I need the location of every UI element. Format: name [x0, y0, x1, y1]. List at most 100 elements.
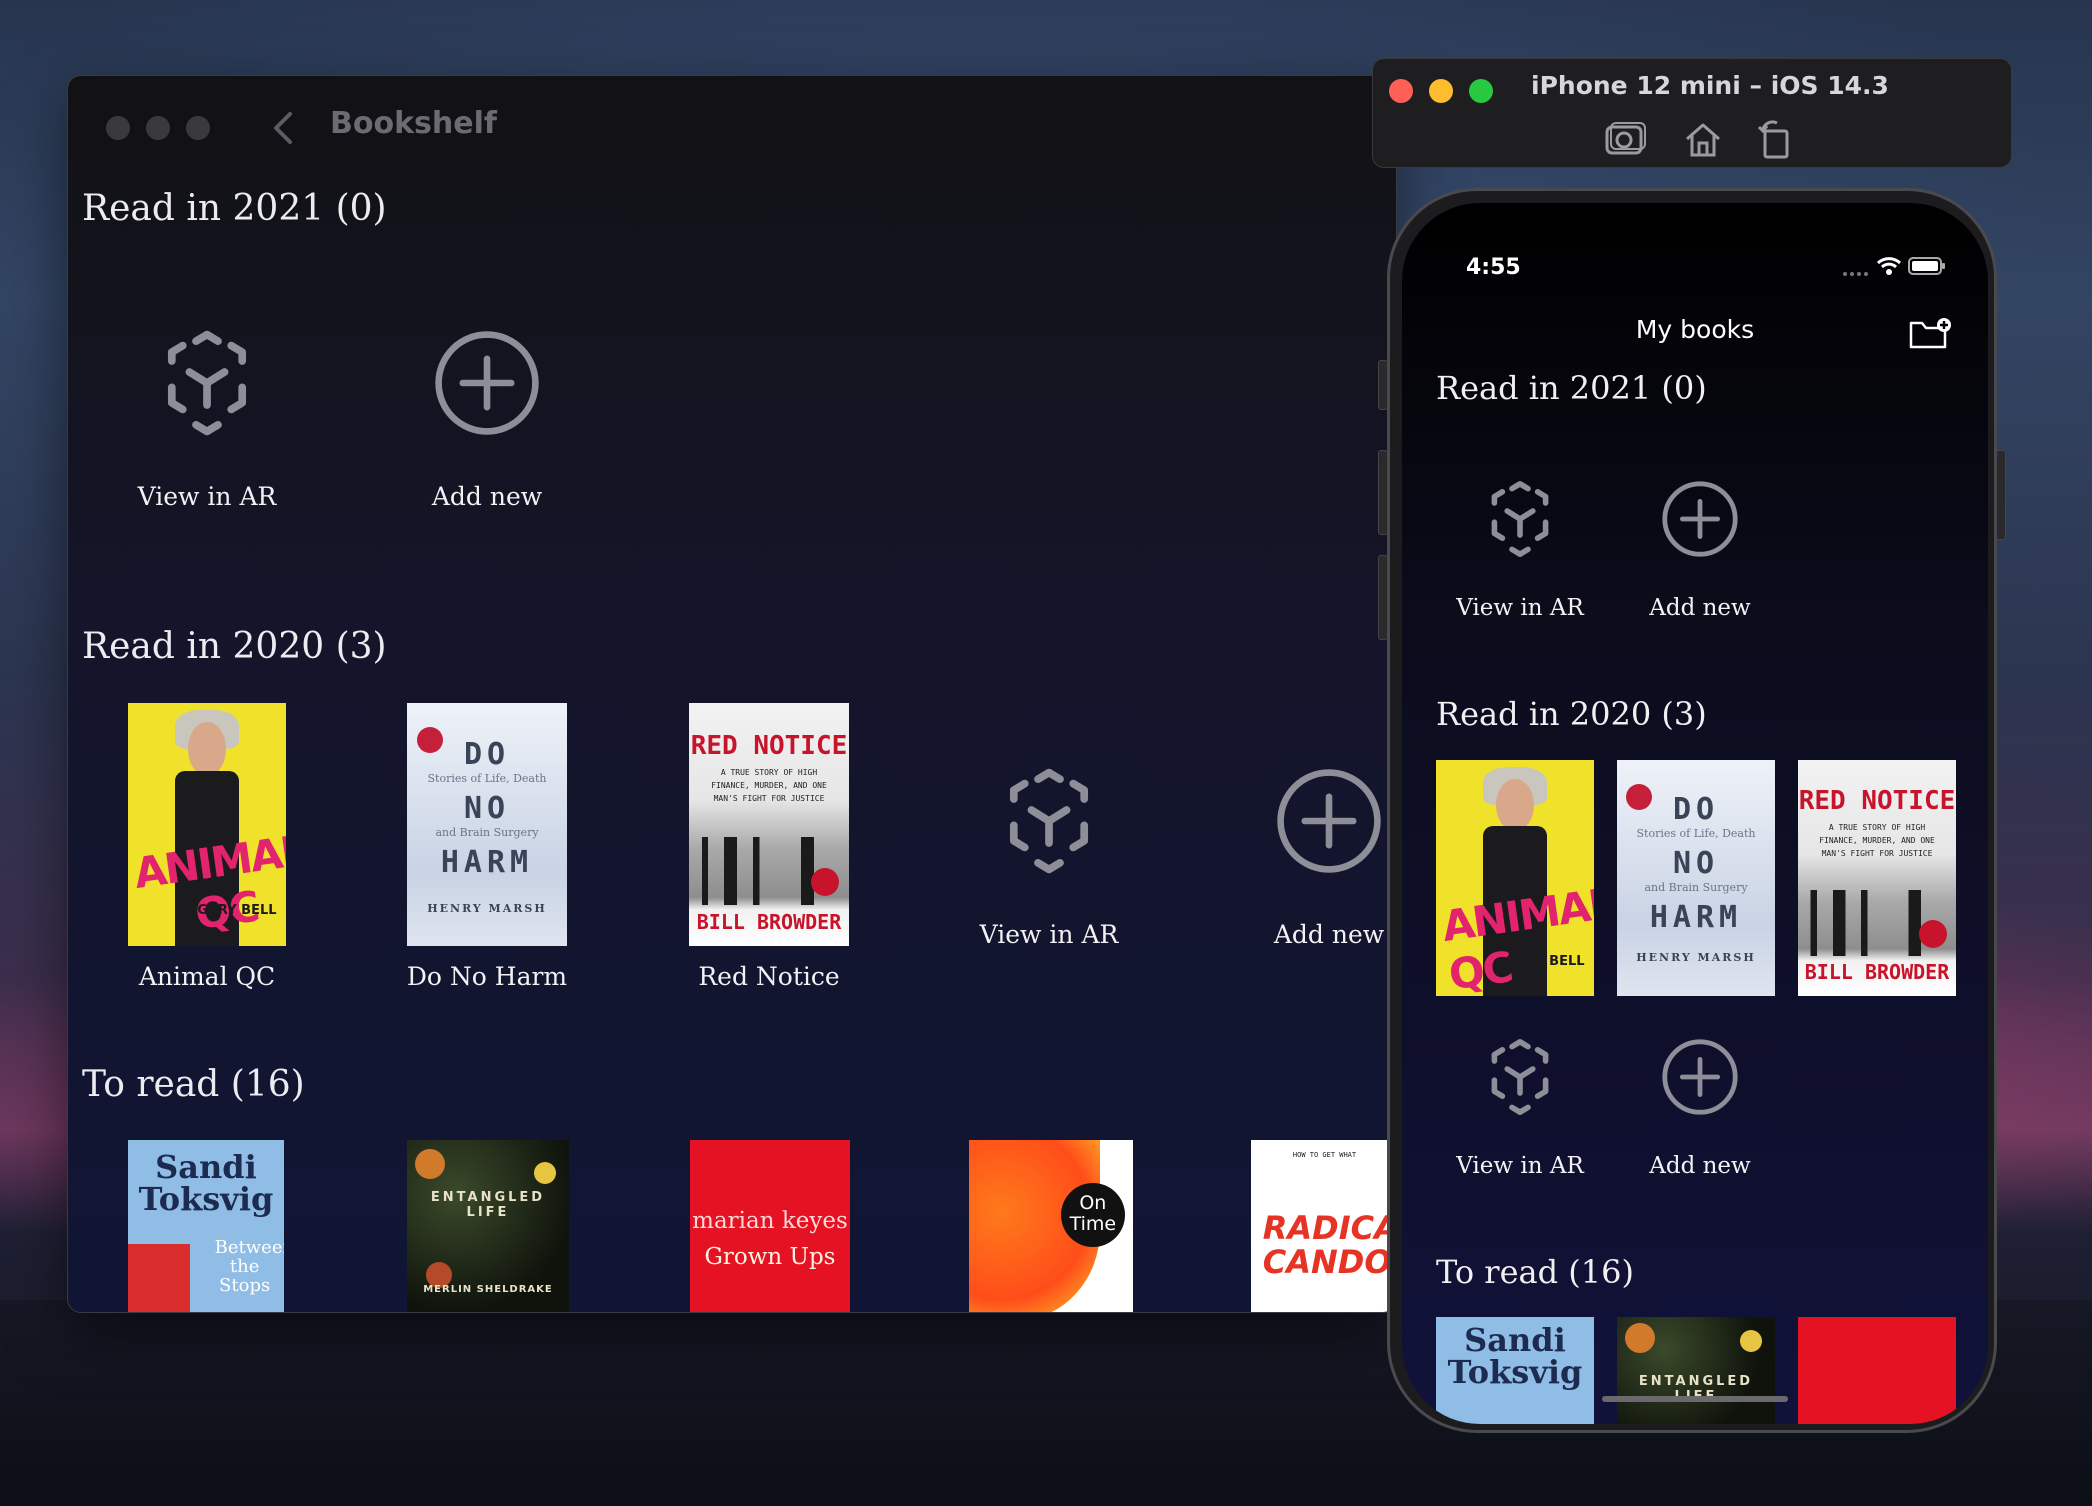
cover-author: marian keyes — [692, 1208, 848, 1235]
book-cover-entangled-life[interactable]: ENTANGLED LIFE MERLIN SHELDRAKE — [407, 1140, 569, 1312]
minimize-window-button[interactable] — [146, 116, 170, 140]
cover-author: HENRY MARSH — [1636, 951, 1756, 964]
book-cover-between-the-stops[interactable]: Sandi Toksvig — [1436, 1317, 1594, 1424]
simulator-minimize-button[interactable] — [1429, 79, 1453, 103]
phone-power-button — [1996, 450, 2006, 540]
screenshot-icon[interactable] — [1603, 119, 1647, 159]
phone-screen: 4:55 My books Read in 2021 (0) View in A… — [1402, 203, 1988, 1424]
iphone-frame: 4:55 My books Read in 2021 (0) View in A… — [1387, 188, 1997, 1433]
cover-title: RED NOTICE — [1798, 786, 1956, 816]
ar-cube-icon — [1009, 768, 1089, 874]
view-in-ar-label: View in AR — [1456, 595, 1584, 621]
book-cover-between-the-stops[interactable]: Sandi Toksvig Between the Stops — [128, 1140, 284, 1312]
book-cover-do-no-harm: DO Stories of Life, Death NO and Brain S… — [407, 703, 567, 946]
nav-title: My books — [1635, 315, 1755, 344]
cover-line: NO — [463, 791, 511, 826]
view-in-ar-label: View in AR — [979, 920, 1119, 949]
view-in-ar-tile[interactable]: View in AR — [1440, 479, 1600, 621]
wifi-icon — [1876, 257, 1902, 275]
plus-circle-icon — [1662, 481, 1738, 557]
cover-line: Stories of Life, Death — [1636, 827, 1756, 840]
book-cover-animal-qc: ANIMAL QC GARY BELL — [128, 703, 286, 946]
ar-cube-icon — [167, 330, 247, 436]
cover-author: BILL BROWDER — [1804, 960, 1950, 985]
book-title-label: Do No Harm — [406, 962, 568, 991]
book-cover-radical-candor[interactable]: HOW TO GET WHAT RADICAL CANDOR — [1251, 1140, 1397, 1312]
simulator-close-button[interactable] — [1389, 79, 1413, 103]
cover-title: Grown Ups — [704, 1244, 836, 1271]
back-chevron-icon[interactable] — [268, 108, 298, 148]
home-indicator[interactable] — [1602, 1396, 1788, 1402]
cover-title: RADICAL CANDOR — [1262, 1209, 1397, 1281]
view-in-ar-label: View in AR — [137, 482, 277, 511]
bookshelf-window: Bookshelf Read in 2021 (0) View in AR Ad… — [67, 75, 1397, 1313]
plus-circle-icon — [1662, 1039, 1738, 1115]
view-in-ar-tile[interactable]: View in AR — [87, 328, 327, 511]
cover-title: RED NOTICE — [690, 731, 848, 761]
section-heading-read-2021: Read in 2021 (0) — [82, 188, 387, 229]
book-cover-grown-ups[interactable] — [1798, 1317, 1956, 1424]
book-cover-animal-qc[interactable]: ANIMAL QC GARY BELL — [1436, 760, 1594, 996]
view-in-ar-tile[interactable]: View in AR — [1440, 1037, 1600, 1179]
add-new-label: Add new — [1273, 920, 1385, 949]
ar-cube-icon — [1491, 1039, 1549, 1115]
cover-author: Sandi Toksvig — [138, 1147, 274, 1218]
cover-author: MERLIN SHELDRAKE — [423, 1284, 553, 1295]
book-title-label: Animal QC — [138, 962, 276, 991]
add-new-tile[interactable]: Add new — [1209, 766, 1396, 949]
add-new-label: Add new — [1649, 595, 1751, 621]
book-cover-red-notice[interactable]: RED NOTICE A TRUE STORY OF HIGH FINANCE,… — [1798, 760, 1956, 996]
view-in-ar-tile[interactable]: View in AR — [929, 766, 1169, 949]
book-tile-animal-qc[interactable]: ANIMAL QC GARY BELL Animal QC — [87, 703, 327, 991]
window-titlebar: Bookshelf — [68, 76, 1396, 176]
cover-line: and Brain Surgery — [1644, 881, 1748, 894]
cover-author: GARY BELL — [197, 902, 277, 918]
ar-cube-icon — [1491, 481, 1549, 557]
cover-line: and Brain Surgery — [435, 826, 539, 839]
battery-icon — [1908, 257, 1945, 275]
cover-subtitle: HOW TO GET WHAT — [1292, 1150, 1357, 1159]
plus-circle-icon — [435, 331, 539, 435]
status-time: 4:55 — [1466, 255, 1521, 280]
book-cover-do-no-harm[interactable]: DO Stories of Life, Death NO and Brain S… — [1617, 760, 1775, 996]
home-icon[interactable] — [1681, 119, 1725, 159]
cover-title: On Time — [1060, 1183, 1125, 1248]
add-folder-icon[interactable] — [1908, 317, 1952, 351]
simulator-toolbar: iPhone 12 mini – iOS 14.3 — [1372, 58, 2012, 168]
book-tile-do-no-harm[interactable]: DO Stories of Life, Death NO and Brain S… — [367, 703, 607, 991]
cover-line: Stories of Life, Death — [427, 772, 547, 785]
cover-title: ENTANGLED LIFE — [430, 1190, 546, 1221]
zoom-window-button[interactable] — [186, 116, 210, 140]
section-heading-read-2020: Read in 2020 (3) — [1436, 695, 1707, 733]
section-heading-to-read: To read (16) — [82, 1064, 305, 1105]
cellular-signal-icon — [1843, 272, 1868, 276]
cover-line: HARM — [1649, 900, 1743, 935]
section-heading-read-2021: Read in 2021 (0) — [1436, 369, 1707, 407]
cover-author: BILL BROWDER — [696, 909, 842, 934]
view-in-ar-label: View in AR — [1456, 1153, 1584, 1179]
book-cover-entangled-life[interactable]: ENTANGLED LIFE — [1617, 1317, 1775, 1424]
add-new-tile[interactable]: Add new — [1620, 1037, 1780, 1179]
cover-title: ANIMAL QC — [1439, 878, 1594, 996]
simulator-title: iPhone 12 mini – iOS 14.3 — [1531, 71, 1889, 100]
cover-title: ANIMAL QC — [131, 825, 286, 939]
cover-author: GARY BELL — [1505, 953, 1585, 969]
book-cover-red-notice: RED NOTICE A TRUE STORY OF HIGH FINANCE,… — [689, 703, 849, 946]
book-cover-on-time[interactable]: On Time — [969, 1140, 1133, 1312]
add-new-label: Add new — [1649, 1153, 1751, 1179]
cover-author: Sandi Toksvig — [1447, 1320, 1583, 1391]
add-new-tile[interactable]: Add new — [1620, 479, 1780, 621]
rotate-icon[interactable] — [1755, 119, 1799, 159]
book-cover-grown-ups[interactable]: marian keyes Grown Ups — [690, 1140, 850, 1312]
book-tile-red-notice[interactable]: RED NOTICE A TRUE STORY OF HIGH FINANCE,… — [649, 703, 889, 991]
cover-line: NO — [1672, 846, 1720, 881]
add-new-tile[interactable]: Add new — [367, 328, 607, 511]
add-new-label: Add new — [431, 482, 543, 511]
cover-author: HENRY MARSH — [427, 902, 547, 915]
close-window-button[interactable] — [106, 116, 130, 140]
simulator-zoom-button[interactable] — [1469, 79, 1493, 103]
cover-subtitle: A TRUE STORY OF HIGH FINANCE, MURDER, AN… — [1819, 823, 1935, 858]
section-heading-to-read: To read (16) — [1436, 1253, 1634, 1291]
plus-circle-icon — [1277, 769, 1381, 873]
book-title-label: Red Notice — [698, 962, 840, 991]
